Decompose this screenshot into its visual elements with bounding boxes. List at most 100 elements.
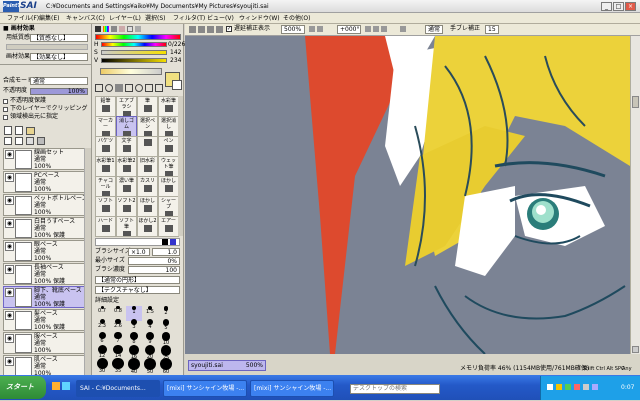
menu-filter[interactable]: フィルタ(T) [170,13,208,24]
quicklaunch-icon[interactable] [62,382,70,390]
tool-button[interactable]: ハード [95,216,116,237]
size-preset[interactable]: 35 [110,358,126,374]
tool-button[interactable]: ソフト2 [116,196,137,217]
density-input[interactable]: 100 [128,266,180,274]
layer-item[interactable]: ◉ 線画セット 通常 100% [3,148,89,170]
quicklaunch-icon[interactable] [52,382,60,390]
menu-window[interactable]: ウィンドウ(W) [236,13,283,24]
start-button[interactable]: スタート [0,376,46,399]
size-preset[interactable]: 50 [142,358,158,375]
color-wheel-icon[interactable] [95,26,101,32]
layer-item[interactable]: ◉ 脚下、靴底ペース 通常 100% 保護 [3,286,89,308]
tool-button[interactable]: 文字 [116,136,137,157]
size-preset[interactable]: 40 [126,358,142,374]
size-preset[interactable]: 30 [94,358,110,374]
new-layer-icon[interactable] [4,126,12,135]
tool-button[interactable]: ウェット筆 [158,156,179,177]
tool-button[interactable]: 旧水彩 [137,156,158,177]
scroll-thumb[interactable] [632,96,639,108]
move-icon[interactable] [125,84,133,92]
menu-view[interactable]: ビュー(V) [204,13,237,24]
close-button[interactable]: × [625,2,636,11]
brush-size-input[interactable]: 1.0 [152,248,180,256]
paper-texture-select[interactable]: 【質感なし】 [30,34,88,42]
zoom-icon[interactable] [135,84,143,92]
tool-button[interactable]: 選択消し [158,116,179,137]
lasso-icon[interactable] [105,84,113,92]
menu-layer[interactable]: レイヤー(L) [106,13,144,24]
layer-item[interactable]: ◉ ペットボトルペース 通常 100% [3,194,89,216]
stabilizer-checkbox[interactable]: ✓ [226,26,232,32]
visibility-eye-icon[interactable]: ◉ [5,242,14,251]
flip-icon[interactable] [400,26,406,32]
menu-edit[interactable]: 編集(E) [36,13,62,24]
tool-button[interactable]: 消しゴム [116,116,137,137]
min-size-input[interactable]: 0% [128,257,180,265]
tray-icon[interactable] [565,384,571,390]
tool-button[interactable]: カスリ [137,176,158,197]
hsv-slider-icon[interactable] [111,26,117,32]
tool-button[interactable]: 水彩筆1 [95,156,116,177]
visibility-eye-icon[interactable]: ◉ [5,334,14,343]
task-browser-2[interactable]: [mixi] サンシャイン牧場 -... [250,380,334,397]
layer-item[interactable]: ◉ 肌ペース 通常 100% [3,355,89,377]
blend-mode-select[interactable]: 通常 [30,77,88,85]
tray-icon[interactable] [574,384,580,390]
merge-down-icon[interactable] [15,137,23,145]
tool-button[interactable]: シャープ [158,196,179,217]
secondary-color-swatch[interactable] [172,80,182,90]
rotate-right-icon[interactable] [373,26,379,32]
tool-button[interactable]: 筆 [137,96,158,117]
invert-icon[interactable] [216,26,223,33]
brush-size-multiplier[interactable]: ×1.0 [128,248,150,256]
tool-button[interactable]: ペン [158,136,179,157]
detail-settings-toggle[interactable]: 詳細設定 [95,297,119,305]
rotate-icon[interactable] [145,84,153,92]
rgb-slider-icon[interactable] [103,26,109,32]
new-linework-layer-icon[interactable] [15,126,23,135]
visibility-eye-icon[interactable]: ◉ [5,288,14,297]
layer-item[interactable]: ◉ PCペース 通常 100% [3,171,89,193]
layer-item[interactable]: ◉ 服ペース 通常 100% [3,332,89,354]
zoom-in-icon[interactable] [317,26,323,32]
magic-wand-icon[interactable] [115,84,123,92]
tool-button[interactable]: 鉛筆 [95,96,116,117]
layer-scrollbar[interactable] [84,148,91,375]
scratchpad-icon[interactable] [135,26,141,32]
minimize-button[interactable]: _ [601,2,612,11]
swatch-icon[interactable] [127,26,133,32]
tray-icon[interactable] [583,384,589,390]
tool-button[interactable]: マーカー [95,116,116,137]
h-slider[interactable] [101,42,167,47]
effect-select[interactable]: 【効果なし】 [30,53,88,61]
visibility-eye-icon[interactable]: ◉ [5,311,14,320]
checkbox-region-source[interactable] [3,115,8,120]
hand-correction-select[interactable]: 15 [485,25,499,34]
tool-button[interactable]: ほかし [158,176,179,197]
mixer-icon[interactable] [119,26,125,32]
layer-item[interactable]: ◉ 髪ペース 通常 100% 保護 [3,309,89,331]
brush-shape-select[interactable]: 【通常の円形】 [95,276,180,284]
tool-button[interactable]: バケツ [95,136,116,157]
maximize-button[interactable]: □ [613,2,624,11]
brush-texture-select[interactable]: 【テクスチャなし】 [95,286,180,294]
menu-select[interactable]: 選択(S) [142,13,169,24]
desktop-search-input[interactable]: デスクトップの検索 [350,384,440,394]
tool-button[interactable]: エアブラシ [116,96,137,117]
menu-canvas[interactable]: キャンバス(C) [63,13,108,24]
tool-button[interactable]: ほかし2 [137,216,158,237]
hand-icon[interactable] [155,84,163,92]
color-gradient-bar[interactable] [100,68,162,75]
checkbox-clipping[interactable] [3,107,8,112]
tool-button[interactable]: ほかし [137,196,158,217]
checkbox-preserve-opacity[interactable] [3,99,8,104]
tool-button[interactable]: 選択ペン [137,116,158,137]
s-slider[interactable] [101,50,167,55]
hue-bar[interactable] [95,34,181,40]
select-icon[interactable] [95,84,103,92]
tray-icon[interactable] [556,384,562,390]
visibility-eye-icon[interactable]: ◉ [5,196,14,205]
visibility-eye-icon[interactable]: ◉ [5,150,14,159]
tray-icon[interactable] [592,384,598,390]
zoom-out-icon[interactable] [309,26,315,32]
